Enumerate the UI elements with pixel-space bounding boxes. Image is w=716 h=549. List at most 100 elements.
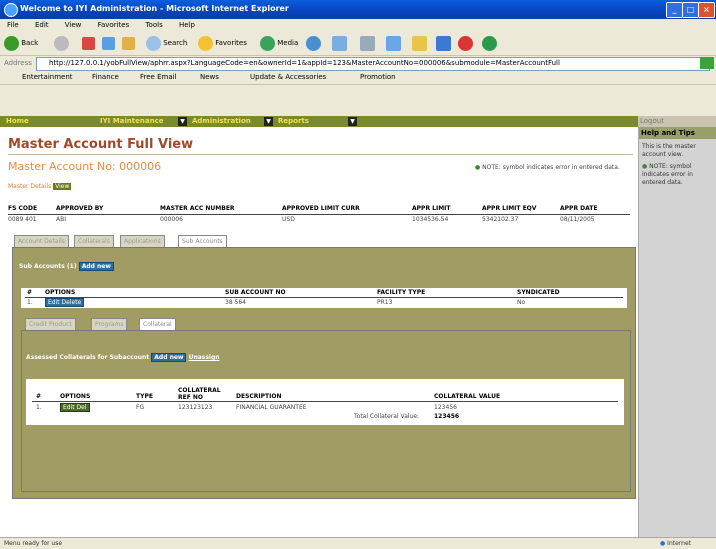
main-content: Master Account Full View Master Account … [0,127,638,537]
header-rule [8,214,630,215]
col-header: COLLATERAL VALUE [434,393,501,400]
menu-file[interactable]: File [7,21,19,29]
cell: 38 564 [225,299,246,306]
stop-icon [82,36,95,50]
col-header: APPR DATE [560,205,598,212]
error-symbol-icon: ● [642,163,648,170]
col-header: COLLATERAL REF NO [178,387,221,401]
menu-bar: File Edit View Favorites Tools Help [0,19,716,32]
cell: 5342102.37 [482,216,519,223]
status-bar: Menu ready for use ● Internet [0,537,716,548]
cell: 08/11/2005 [560,216,595,223]
star-icon [198,35,213,51]
sub-accounts-panel: Sub Accounts (1) Add new # OPTIONS SUB A… [12,247,636,499]
cell: 0089 401 [8,216,37,223]
menu-tools[interactable]: Tools [145,21,162,29]
cell: 1034536.54 [412,216,449,223]
col-header: # [27,289,33,296]
minimize-icon[interactable]: _ [666,2,683,18]
col-header: APPROVED LIMIT CURR [282,205,360,212]
sub-accounts-table: # OPTIONS SUB ACCOUNT NO FACILITY TYPE S… [21,288,627,308]
link-news[interactable]: News [200,73,219,81]
link-finance[interactable]: Finance [92,73,119,81]
media-button[interactable]: Media [260,35,298,52]
add-collateral-button[interactable]: Add new [151,353,187,362]
discuss-button[interactable] [436,35,451,52]
nav-administration[interactable]: Administration [192,117,251,126]
chevron-down-icon[interactable]: ▼ [348,117,357,126]
chevron-down-icon[interactable]: ▼ [264,117,273,126]
globe-icon: ● [660,540,666,547]
master-details-link[interactable]: Master Details View [8,183,72,190]
menu-favorites[interactable]: Favorites [98,21,130,29]
address-input[interactable]: http://127.0.0.1/yobFullView/aphrr.aspx?… [36,57,710,71]
edit-button[interactable] [386,35,401,52]
error-note: ● NOTE: symbol indicates error in entere… [475,164,620,171]
discuss-icon [436,35,451,51]
help-tip: This is the master account view. [642,143,696,158]
messenger-button[interactable] [458,35,473,52]
collateral-table: # OPTIONS TYPE COLLATERAL REF NO DESCRIP… [26,379,624,425]
menu-view[interactable]: View [65,21,82,29]
cell: 1. [27,299,33,306]
forward-button[interactable] [54,35,69,52]
refresh-button[interactable] [102,35,115,52]
forward-arrow-icon [54,35,69,51]
link-entertainment[interactable]: Entertainment [22,73,73,81]
search-icon [146,35,161,51]
go-button[interactable] [700,57,714,69]
col-header: # [36,393,42,400]
close-icon[interactable]: × [698,2,715,18]
link-free-email[interactable]: Free Email [140,73,177,81]
history-button[interactable] [306,35,321,52]
edit-delete-buttons[interactable]: Edit Delete [45,298,85,307]
research-icon [482,35,497,51]
add-sub-account-button[interactable]: Add new [78,262,114,271]
owner-bar [0,106,716,116]
view-button[interactable]: View [53,183,72,190]
refresh-icon [102,36,115,50]
menu-help[interactable]: Help [179,21,195,29]
nav-reports[interactable]: Reports [278,117,309,126]
app-nav: Home IYI Maintenance ▼ Administration ▼ … [0,116,638,127]
col-header: TYPE [136,393,153,400]
collateral-panel: Assessed Collaterals for Subaccount Add … [21,330,631,492]
chevron-down-icon[interactable]: ▼ [178,117,187,126]
error-symbol-icon: ● [475,164,481,171]
folder-button[interactable] [412,35,427,52]
media-icon [260,35,275,51]
collateral-title: Assessed Collaterals for Subaccount Add … [26,353,220,362]
cell: 000006 [160,216,183,223]
stop-button[interactable] [82,35,95,52]
home-button[interactable] [122,35,135,52]
link-updates[interactable]: Update & Accessories [250,73,326,81]
nav-home[interactable]: Home [6,117,29,126]
back-arrow-icon [4,35,19,51]
col-header: FS CODE [8,205,38,212]
nav-maintenance[interactable]: IYI Maintenance [100,117,163,126]
search-button[interactable]: Search [146,35,187,52]
research-button[interactable] [482,35,497,52]
cell: FINANCIAL GUARANTEE [236,404,307,411]
back-button[interactable]: Back [4,35,38,52]
menu-edit[interactable]: Edit [35,21,49,29]
col-header: APPR LIMIT EQV [482,205,537,212]
status-zone: ● Internet [660,540,691,547]
maximize-icon[interactable]: □ [682,2,699,18]
unassign-link[interactable]: Unassign [189,354,220,361]
cell: 123123123 [178,404,213,411]
logout-link[interactable]: Logout [638,116,716,127]
ie-icon [4,3,18,17]
window-title: Welcome to IYI Administration - Microsof… [20,4,289,13]
col-header: OPTIONS [45,289,76,296]
address-label: Address [4,59,32,67]
print-icon [360,35,375,51]
col-header: FACILITY TYPE [377,289,426,296]
link-promotion[interactable]: Promotion [360,73,396,81]
print-button[interactable] [360,35,375,52]
mail-button[interactable] [332,35,347,52]
edit-delete-buttons[interactable]: Edit Del [60,403,90,412]
favorites-button[interactable]: Favorites [198,35,247,52]
col-header: SUB ACCOUNT NO [225,289,286,296]
links-bar: Entertainment Finance Free Email News Up… [0,71,716,85]
